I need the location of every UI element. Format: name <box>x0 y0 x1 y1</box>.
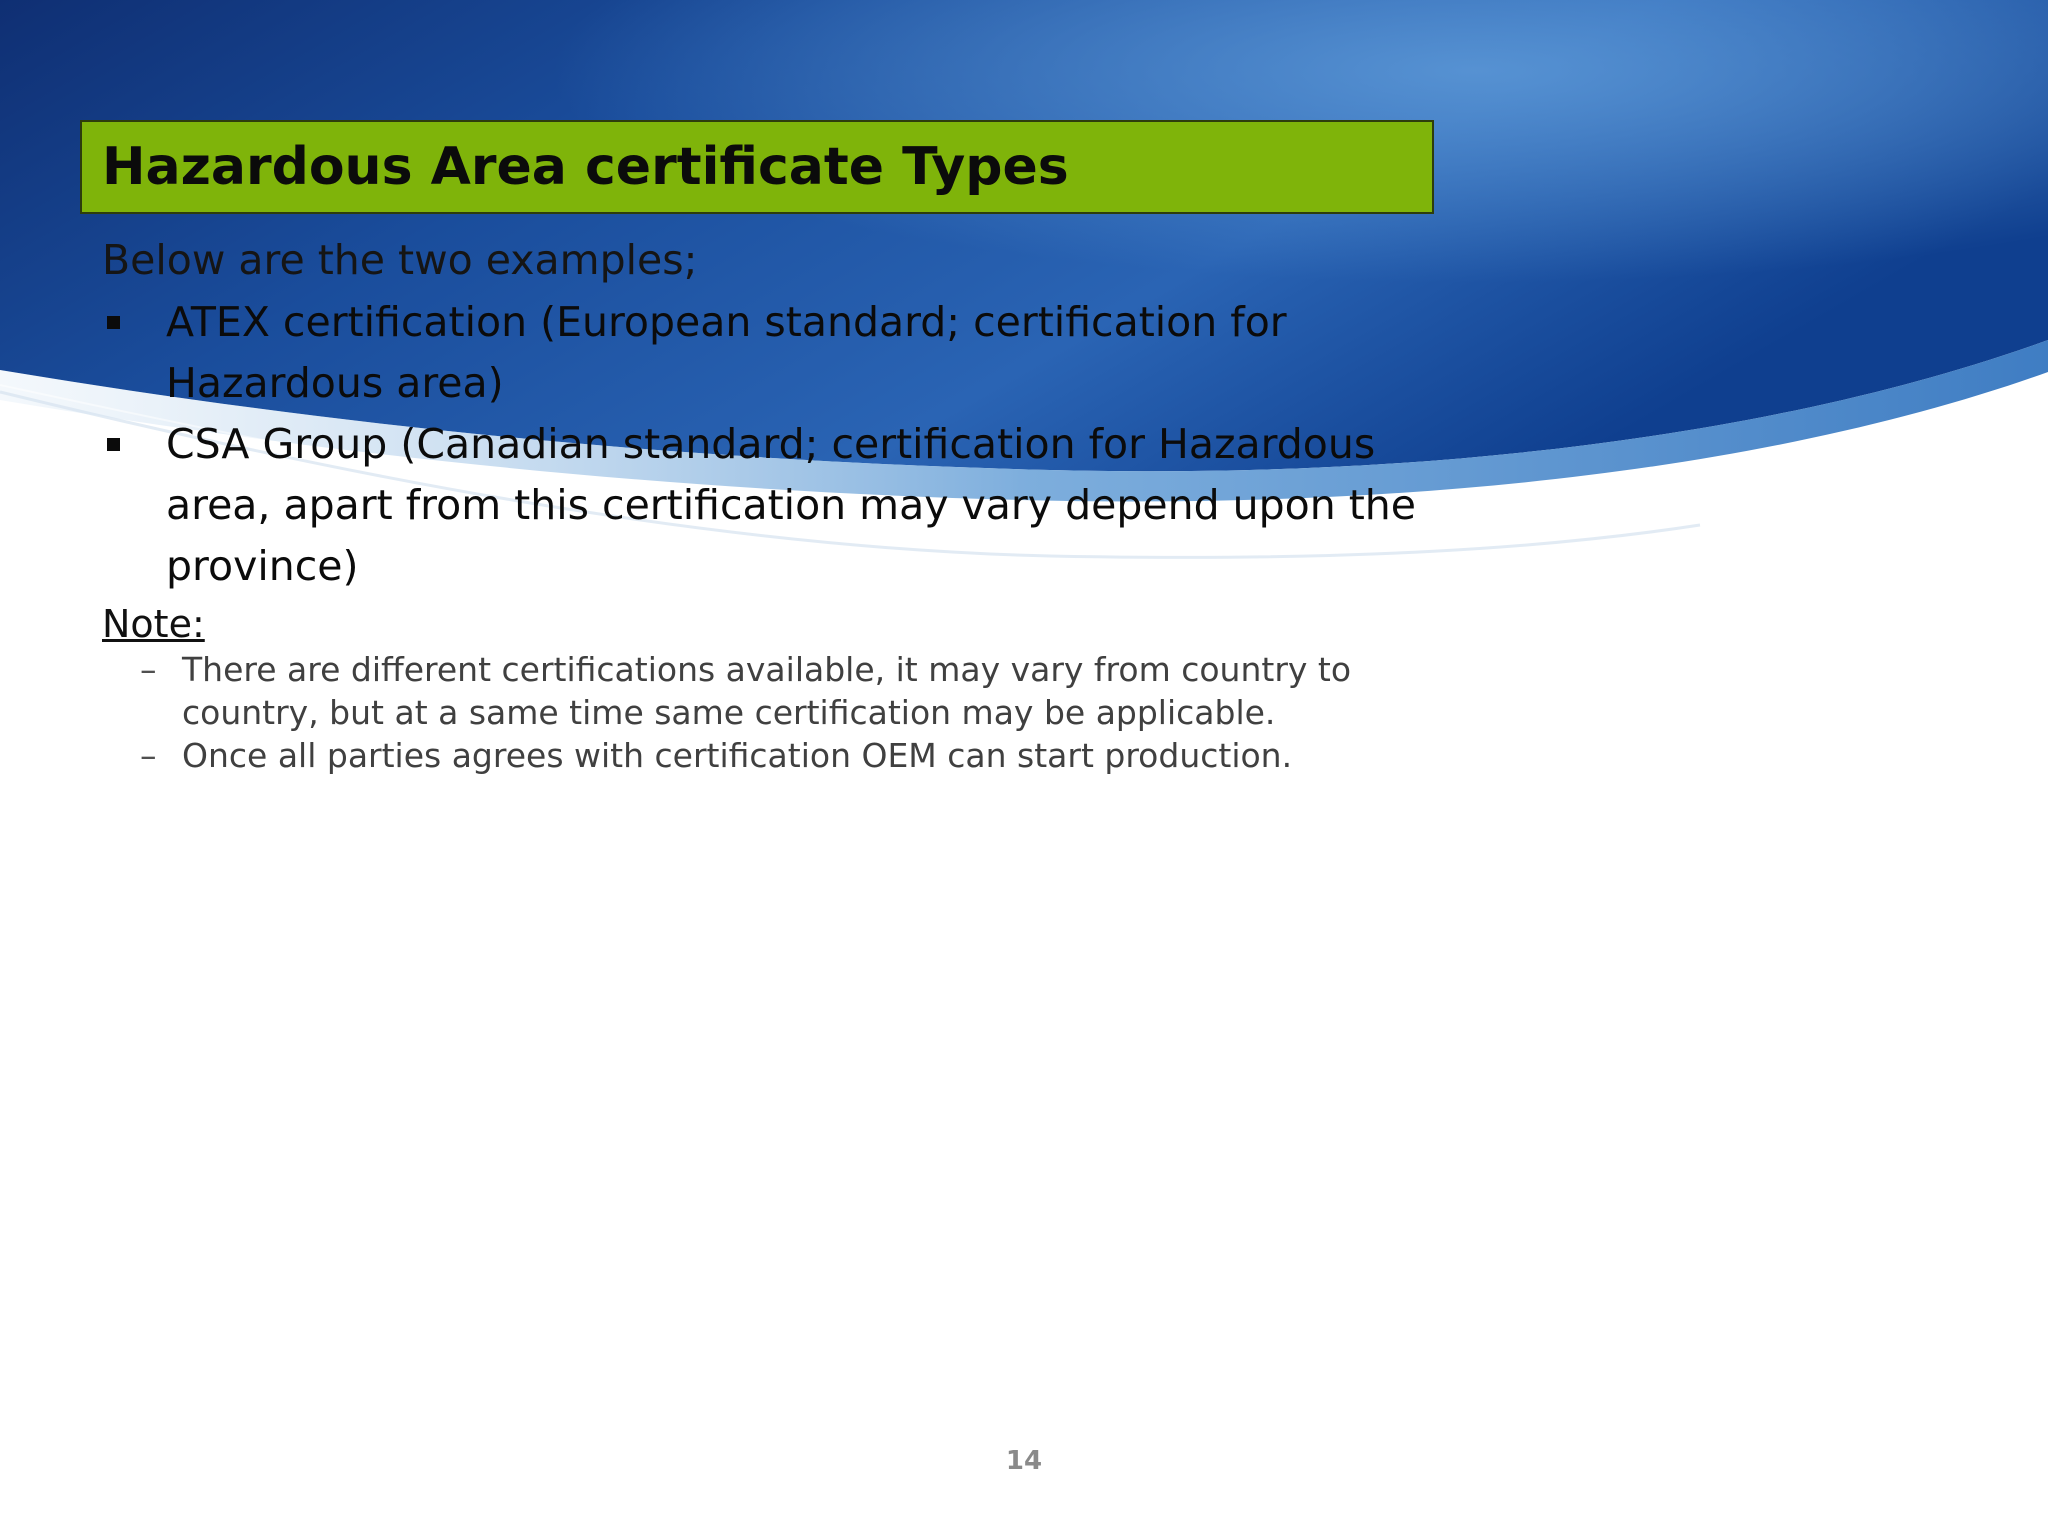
square-bullet-icon <box>107 316 120 329</box>
dash-bullet-icon: – <box>140 650 157 689</box>
intro-text: Below are the two examples; <box>102 236 698 284</box>
dash-bullet-icon: – <box>140 736 157 775</box>
slide-title: Hazardous Area certificate Types <box>102 137 1069 197</box>
note-text: Once all parties agrees with certificati… <box>182 736 1293 775</box>
note-label: Note: <box>102 602 205 646</box>
note-text: There are different certifications avail… <box>182 650 1352 732</box>
title-box: Hazardous Area certificate Types <box>80 120 1434 214</box>
bullet-item: ATEX certification (European standard; c… <box>102 292 1432 414</box>
bullet-item: CSA Group (Canadian standard; certificat… <box>102 414 1432 597</box>
note-item: – Once all parties agrees with certifica… <box>140 734 1440 777</box>
note-item: – There are different certifications ava… <box>140 648 1440 734</box>
note-list: – There are different certifications ava… <box>140 648 1440 777</box>
bullet-text: CSA Group (Canadian standard; certificat… <box>166 420 1417 590</box>
square-bullet-icon <box>107 438 120 451</box>
page-number: 14 <box>1005 1446 1043 1476</box>
bullet-text: ATEX certification (European standard; c… <box>166 298 1287 407</box>
bullet-list: ATEX certification (European standard; c… <box>102 292 1432 597</box>
